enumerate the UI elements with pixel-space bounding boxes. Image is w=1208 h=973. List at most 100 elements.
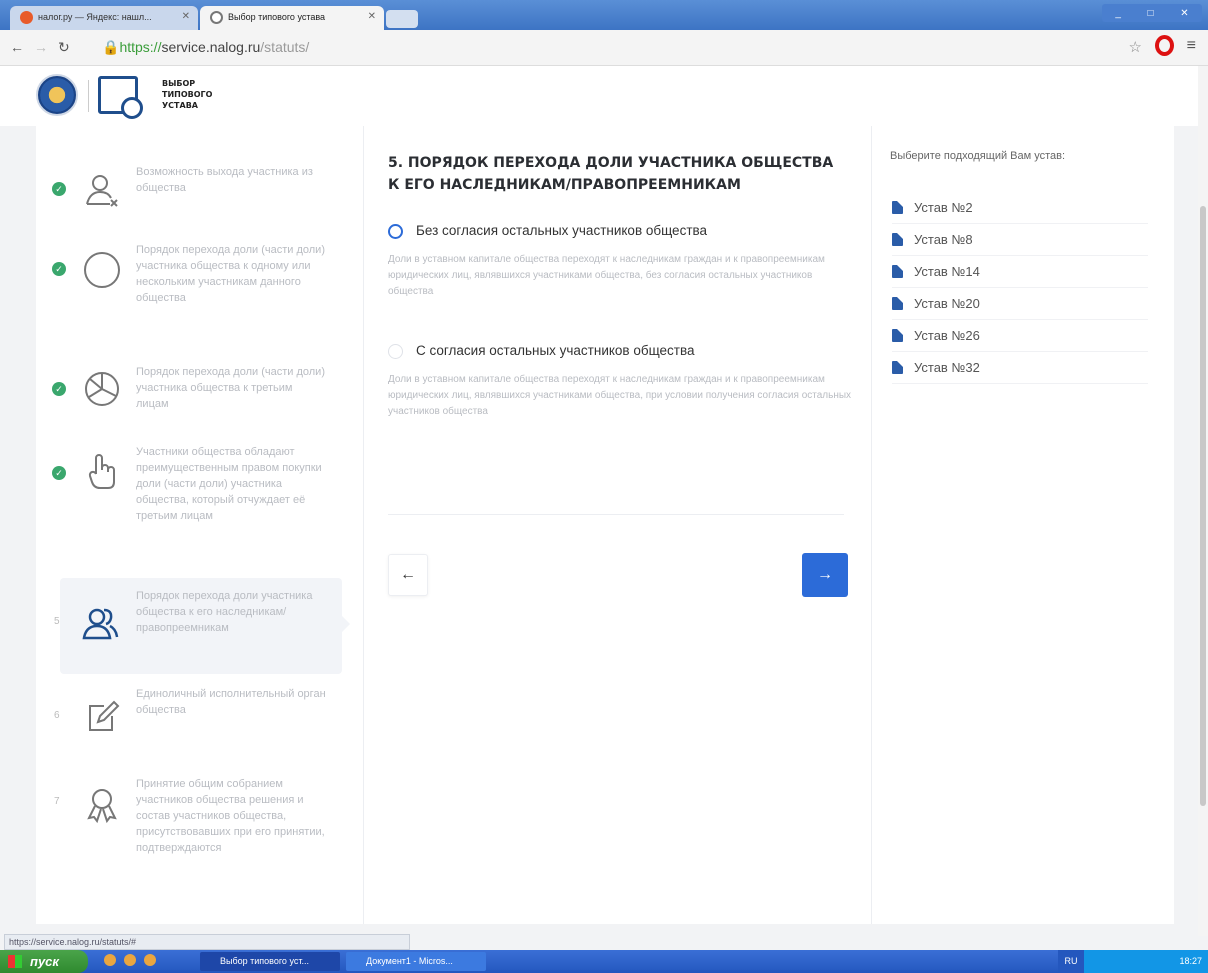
logo-line: УСТАВА [162,101,198,110]
scrollbar-thumb[interactable] [1200,206,1206,806]
page-scrollbar[interactable] [1198,66,1208,936]
fns-emblem-icon[interactable] [36,74,78,116]
check-icon: ✓ [52,182,66,196]
radio-without-consent[interactable] [388,224,403,239]
file-icon [892,265,903,278]
step-number: 5 [54,616,60,627]
step-item-4[interactable]: ✓ Участники общества обладают преимущест… [36,444,364,570]
clock[interactable]: 18:27 [1179,950,1202,973]
ustav-label[interactable]: Устав №20 [914,296,980,311]
document-search-icon[interactable] [98,76,143,119]
ustav-label[interactable]: Устав №2 [914,200,973,215]
window-controls: _ □ ✕ [1102,4,1202,22]
back-button[interactable]: ← [388,554,428,596]
step-text: Возможность выхода участника из общества [136,166,313,194]
ustav-link[interactable]: Устав №8 [892,224,1148,256]
globe-favicon-icon [210,11,223,24]
url-path: /statuts/ [260,39,310,55]
hand-pointer-icon [88,454,115,489]
file-icon [892,361,903,374]
step-text: Порядок перехода доли участника общества… [136,590,313,634]
file-icon [892,297,903,310]
edit-icon [89,700,120,731]
next-button[interactable]: → [802,553,848,597]
ustav-link[interactable]: Устав №26 [892,320,1148,352]
quick-launch-icon[interactable] [144,954,156,966]
quick-launch-icon[interactable] [124,954,136,966]
menu-icon[interactable]: ≡ [1187,37,1196,55]
file-icon [892,201,903,214]
option-without-consent[interactable]: Без согласия остальных участников общест… [388,223,858,324]
new-tab-button[interactable] [386,10,418,28]
ustav-link[interactable]: Устав №14 [892,256,1148,288]
tab-title: налог.ру — Яндекс: нашл... [38,12,152,22]
logo-divider [88,80,89,112]
step-item-6[interactable]: 6 Единоличный исполнительный орган общес… [36,686,364,748]
ustav-label[interactable]: Устав №26 [914,328,980,343]
pie-chart-icon [85,372,119,406]
step-text: Порядок перехода доли (части доли) участ… [136,366,325,410]
url-field[interactable]: 🔒https://service.nalog.ru/statuts/ [102,39,309,56]
step-item-3[interactable]: ✓ Порядок перехода доли (части доли) уча… [36,364,364,426]
browser-tab-statuts[interactable]: Выбор типового устава ✕ [200,6,384,30]
tab-title: Выбор типового устава [228,12,326,22]
main-card: ✓ Возможность выхода участника из общест… [36,126,1174,924]
quick-launch-icon[interactable] [104,954,116,966]
step-item-7[interactable]: 7 Принятие общим собранием участников об… [36,776,364,888]
bookmark-star-icon[interactable]: ☆ [1129,38,1142,56]
browser-tab-bar: налог.ру — Яндекс: нашл... ✕ Выбор типов… [0,0,1208,30]
step-item-2[interactable]: ✓ Порядок перехода доли (части доли) уча… [36,242,364,334]
check-icon: ✓ [52,466,66,480]
service-logo-text[interactable]: ВЫБОР ТИПОВОГО УСТАВА [162,78,232,111]
taskbar: пуск Выбор типового уст... Документ1 - M… [0,950,1208,973]
site-header: ВЫБОР ТИПОВОГО УСТАВА [0,66,1198,126]
minimize-icon[interactable]: _ [1115,8,1121,19]
reload-icon[interactable]: ↻ [58,39,70,56]
language-indicator[interactable]: RU [1058,950,1084,973]
steps-sidebar: ✓ Возможность выхода участника из общест… [36,126,364,924]
start-button[interactable]: пуск [0,950,88,973]
option-with-consent[interactable]: С согласия остальных участников общества… [388,343,858,474]
check-icon: ✓ [52,382,66,396]
file-icon [892,233,903,246]
url-host: service.nalog.ru [161,39,261,55]
forward-arrow-icon[interactable]: → [34,39,48,55]
step-text: Участники общества обладают преимуществе… [136,446,322,522]
ustav-link[interactable]: Устав №32 [892,352,1148,384]
quick-launch [104,954,174,969]
url-scheme: https:// [119,39,162,55]
option-label[interactable]: С согласия остальных участников общества [416,343,695,358]
ustav-link[interactable]: Устав №20 [892,288,1148,320]
tab-close-icon[interactable]: ✕ [182,11,190,22]
step-text: Единоличный исполнительный орган обществ… [136,688,326,716]
ustav-label[interactable]: Устав №8 [914,232,973,247]
check-icon: ✓ [52,262,66,276]
browser-tab-yandex[interactable]: налог.ру — Яндекс: нашл... ✕ [10,6,198,30]
maximize-icon[interactable]: □ [1148,8,1154,19]
ustav-link[interactable]: Устав №2 [892,192,1148,224]
tab-close-icon[interactable]: ✕ [368,11,376,22]
award-icon [87,789,117,824]
option-label[interactable]: Без согласия остальных участников общест… [416,223,707,238]
users-icon [82,608,119,640]
choose-ustav-label: Выберите подходящий Вам устав: [890,150,1066,162]
ustav-label[interactable]: Устав №14 [914,264,980,279]
taskbar-item-browser[interactable]: Выбор типового уст... [200,952,340,971]
back-arrow-icon[interactable]: ← [10,39,24,55]
opera-logo-icon[interactable] [1155,35,1174,56]
taskbar-item-word[interactable]: Документ1 - Micros... [346,952,486,971]
step-text: Принятие общим собранием участников обще… [136,778,325,854]
step-number: 6 [54,710,60,721]
ustav-label[interactable]: Устав №32 [914,360,980,375]
option-description: Доли в уставном капитале общества перехо… [388,254,825,297]
step-item-1[interactable]: ✓ Возможность выхода участника из общест… [36,164,364,224]
close-window-icon[interactable]: ✕ [1180,8,1188,19]
step-text: Порядок перехода доли (части доли) участ… [136,244,325,304]
ustav-list: Устав №2 Устав №8 Устав №14 Устав №20 Ус… [892,192,1148,384]
option-description: Доли в уставном капитале общества перехо… [388,374,852,417]
start-label: пуск [30,954,59,969]
step-item-5-active[interactable]: 5 Порядок перехода доли участника общест… [54,578,350,674]
radio-with-consent[interactable] [388,344,403,359]
address-bar: ← → ↻ 🔒https://service.nalog.ru/statuts/… [0,30,1208,66]
lock-icon: 🔒 [102,39,120,55]
